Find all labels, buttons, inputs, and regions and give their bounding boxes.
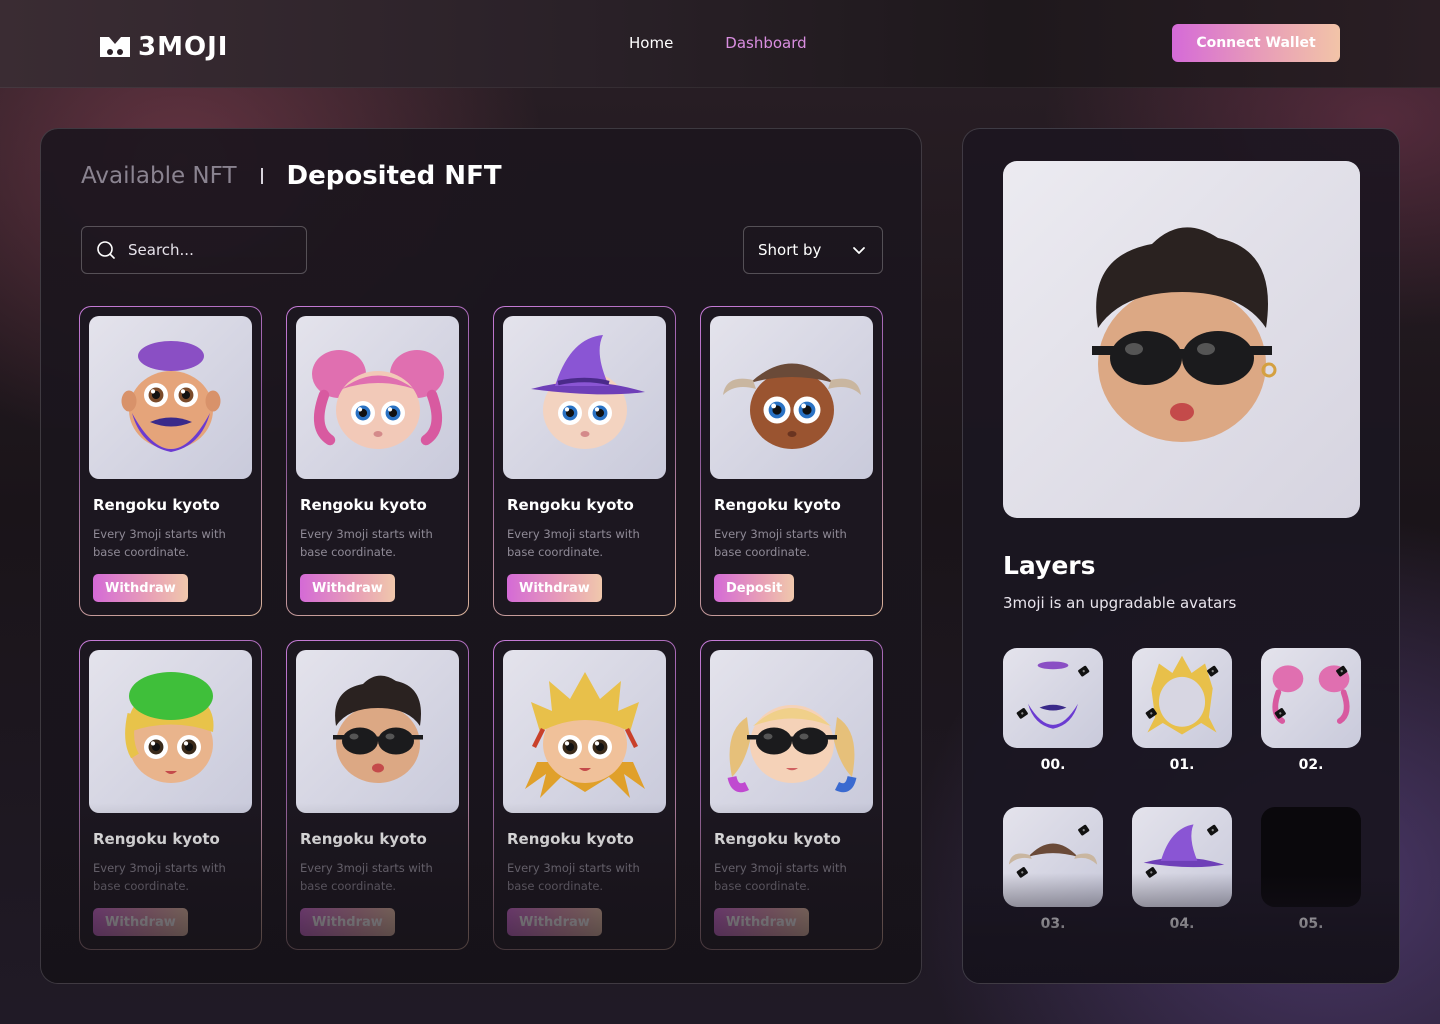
withdraw-button[interactable]: Withdraw [300,574,395,602]
layers-subtitle: 3moji is an upgradable avatars [1003,594,1237,612]
nft-card-title: Rengoku kyoto [93,830,220,848]
nft-card-description: Every 3moji starts with base coordinate. [93,861,226,893]
layer-label: 05. [1298,916,1324,932]
layer-label: 02. [1298,757,1324,773]
main-nav: Home Dashboard [629,34,807,52]
layer-empty-image [1263,809,1359,905]
nft-card-description: Every 3moji starts with base coordinate. [507,861,640,893]
withdraw-button[interactable]: Withdraw [93,908,188,936]
deposit-button[interactable]: Deposit [714,574,795,602]
nav-home[interactable]: Home [629,34,673,52]
layer-beard-image [1016,661,1090,729]
withdraw-button[interactable]: Withdraw [714,908,809,936]
search-box[interactable] [81,226,307,274]
sort-dropdown[interactable]: Short by [743,226,883,274]
nft-card-description: Every 3moji starts with base coordinate. [93,527,226,559]
top-header: 3MOJI Home Dashboard Connect Wallet [0,0,1440,88]
nft-card-description: Every 3moji starts with base coordinate. [300,527,433,559]
nft-avatar-image [503,650,666,813]
logo[interactable]: 3MOJI [100,32,228,62]
logo-icon [100,37,130,57]
avatar-detail-panel: Layers 3moji is an upgradable avatars 00… [962,128,1400,984]
nft-card[interactable]: Rengoku kyoto Every 3moji starts with ba… [79,306,262,616]
layers-title: Layers [1003,551,1096,580]
nft-avatar-image [296,316,459,479]
tab-divider [260,168,263,184]
layers-grid: 00. 01. 02. 03. 04. 05. [1003,648,1361,966]
nft-card-title: Rengoku kyoto [714,496,841,514]
nft-avatar-image [710,316,873,479]
withdraw-button[interactable]: Withdraw [507,574,602,602]
nft-card[interactable]: Rengoku kyoto Every 3moji starts with ba… [286,306,469,616]
nft-card-description: Every 3moji starts with base coordinate. [714,861,847,893]
layer-pink-hair-image [1272,665,1350,724]
withdraw-button[interactable]: Withdraw [507,908,602,936]
nft-card[interactable]: Rengoku kyoto Every 3moji starts with ba… [700,306,883,616]
connect-wallet-button[interactable]: Connect Wallet [1172,24,1340,62]
nft-card[interactable]: Rengoku kyoto Every 3moji starts with ba… [286,640,469,950]
layer-thumbnail [1132,807,1232,907]
avatar-bearded-image [121,340,220,452]
avatar-horned-image [722,363,861,449]
nft-tabs: Available NFT Deposited NFT [81,161,502,191]
avatar-blonde-pigtails-image [727,704,856,792]
search-icon [97,241,115,259]
nav-dashboard[interactable]: Dashboard [725,34,806,52]
layer-witch-hat-image [1143,824,1225,878]
nft-card-grid: Rengoku kyoto Every 3moji starts with ba… [79,306,883,950]
layer-thumbnail [1003,648,1103,748]
layer-thumbnail [1261,807,1361,907]
layer-item[interactable]: 00. [1003,648,1103,807]
layer-thumbnail [1261,648,1361,748]
avatar-sunglasses-image [332,675,423,783]
layer-horns-image [1008,824,1098,878]
nft-card-description: Every 3moji starts with base coordinate. [714,527,847,559]
nft-card-title: Rengoku kyoto [300,830,427,848]
nft-panel: Available NFT Deposited NFT Short by [40,128,922,984]
nft-avatar-image [710,650,873,813]
search-input[interactable] [128,241,288,259]
layer-label: 01. [1169,757,1195,773]
nft-card-title: Rengoku kyoto [507,830,634,848]
layer-label: 03. [1040,916,1066,932]
nft-card[interactable]: Rengoku kyoto Every 3moji starts with ba… [493,640,676,950]
layer-label: 04. [1169,916,1195,932]
avatar-preview [1003,161,1360,518]
layer-item[interactable]: 05. [1261,807,1361,966]
avatar-pink-pigtails-image [311,349,444,449]
sort-label: Short by [758,241,822,259]
nft-avatar-image [296,650,459,813]
nft-card[interactable]: Rengoku kyoto Every 3moji starts with ba… [700,640,883,950]
layer-item[interactable]: 01. [1132,648,1232,807]
withdraw-button[interactable]: Withdraw [300,908,395,936]
tab-available-nft[interactable]: Available NFT [81,163,237,189]
layer-thumbnail [1003,807,1103,907]
nft-card-description: Every 3moji starts with base coordinate. [300,861,433,893]
layer-thumbnail [1132,648,1232,748]
nft-card-title: Rengoku kyoto [714,830,841,848]
nft-card-title: Rengoku kyoto [507,496,634,514]
avatar-spiky-blonde-image [524,671,645,798]
nft-avatar-image [89,316,252,479]
nft-card-title: Rengoku kyoto [300,496,427,514]
layer-item[interactable]: 03. [1003,807,1103,966]
nft-card[interactable]: Rengoku kyoto Every 3moji starts with ba… [79,640,262,950]
layer-item[interactable]: 02. [1261,648,1361,807]
avatar-witch-hat-image [530,334,645,449]
withdraw-button[interactable]: Withdraw [93,574,188,602]
preview-avatar-image [1091,226,1276,442]
nft-avatar-image [89,650,252,813]
nft-avatar-image [503,316,666,479]
nft-card-description: Every 3moji starts with base coordinate. [507,527,640,559]
avatar-green-cap-image [124,671,213,783]
logo-text: 3MOJI [138,32,229,62]
tab-deposited-nft[interactable]: Deposited NFT [287,161,502,191]
layer-spiky-hair-image [1145,655,1219,735]
nft-card-title: Rengoku kyoto [93,496,220,514]
nft-card[interactable]: Rengoku kyoto Every 3moji starts with ba… [493,306,676,616]
layer-label: 00. [1040,757,1066,773]
layer-item[interactable]: 04. [1132,807,1232,966]
chevron-down-icon [853,247,865,254]
